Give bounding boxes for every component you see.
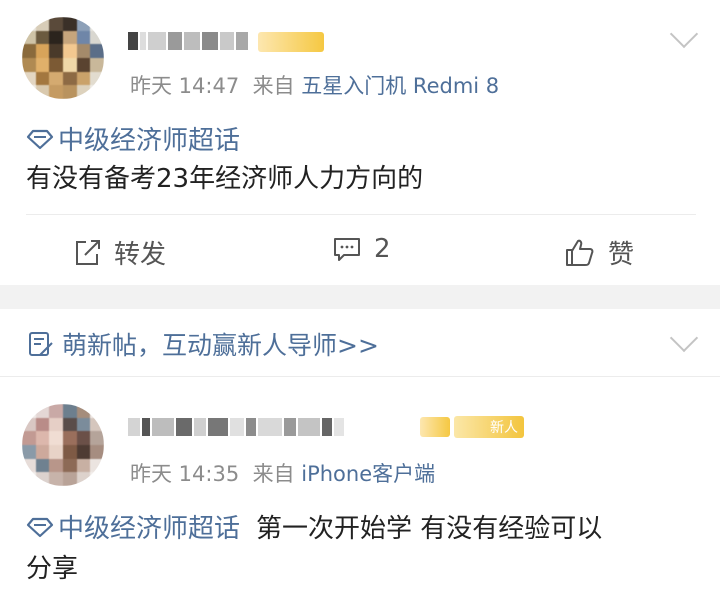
banner-link[interactable]: 萌新帖，互动赢新人导师>> [26,326,379,362]
post-source-prefix: 来自 [252,462,295,486]
banner-text: 萌新帖，互动赢新人导师>> [62,331,379,360]
post-text: 第一次开始学 有没有经验可以 [256,514,603,544]
post-text-block: 中级经济师超话 第一次开始学 有没有经验可以 [26,508,602,545]
username-blurred[interactable] [128,416,344,438]
divider [26,214,696,215]
repost-label: 转发 [114,240,167,270]
avatar[interactable] [22,17,104,99]
comment-icon [334,238,360,261]
thumbs-up-icon [566,239,594,266]
post-meta: 昨天 14:47 来自 五星入门机 Redmi 8 [130,70,499,100]
diamond-icon [26,129,54,149]
comment-count: 2 [374,234,391,264]
post-text-continued: 分享 [26,554,79,584]
pixelated-avatar-image [22,17,104,99]
topic-label: 中级经济师超话 [58,514,241,544]
pixelated-avatar-image [22,404,104,486]
newbie-badge-label: 新人 [490,420,518,436]
avatar[interactable] [22,404,104,486]
post-source-device[interactable]: iPhone客户端 [301,462,435,486]
chevron-down-icon[interactable] [669,323,699,353]
newbie-badge: 新人 [454,416,524,438]
username-blurred[interactable] [128,30,248,52]
note-icon [29,332,53,356]
vip-badge [420,417,450,437]
repost-icon [76,239,100,265]
post-source-device[interactable]: 五星入门机 Redmi 8 [301,74,499,98]
topic-label: 中级经济师超话 [58,126,241,156]
diamond-icon [26,517,54,537]
post-meta: 昨天 14:35 来自 iPhone客户端 [130,458,435,488]
section-separator [0,285,720,309]
repost-button[interactable]: 转发 [72,234,166,271]
like-label: 赞 [608,240,635,270]
post-time: 昨天 14:47 [130,74,240,98]
divider [0,376,720,377]
like-button[interactable]: 赞 [564,234,634,271]
chevron-down-icon[interactable] [669,19,699,49]
post-text: 有没有备考23年经济师人力方向的 [26,164,424,194]
comment-button[interactable]: 2 [332,234,391,264]
vip-badge [258,32,324,52]
post-source-prefix: 来自 [252,74,295,98]
post-time: 昨天 14:35 [130,462,240,486]
topic-link[interactable]: 中级经济师超话 [26,508,240,545]
topic-link[interactable]: 中级经济师超话 [26,120,240,157]
